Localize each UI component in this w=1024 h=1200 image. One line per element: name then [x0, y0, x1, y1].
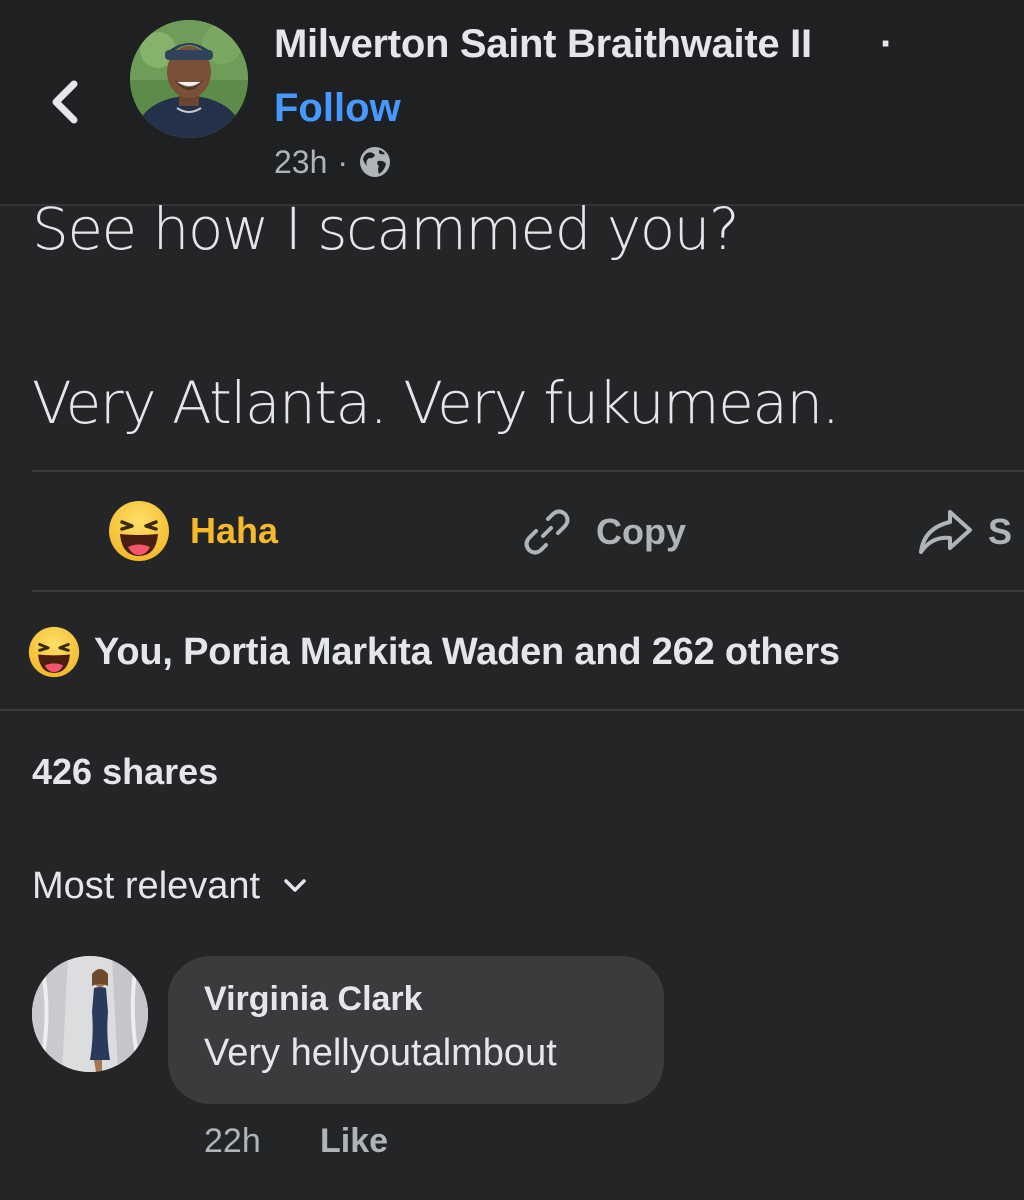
- haha-reaction-button[interactable]: Haha: [108, 500, 278, 562]
- share-arrow-icon: [919, 510, 972, 554]
- divider: [32, 470, 1024, 472]
- reactions-summary[interactable]: You, Portia Markita Waden and 262 others: [28, 626, 840, 678]
- share-label: S: [988, 511, 1013, 552]
- meta-separator: ·: [337, 143, 349, 180]
- divider: [32, 590, 1024, 592]
- globe-icon: [360, 147, 391, 177]
- comment-author[interactable]: Virginia Clark: [204, 980, 423, 1019]
- comment-text: Very hellyoutalmbout: [204, 1032, 557, 1074]
- comments-sort-dropdown[interactable]: Most relevant: [32, 862, 308, 910]
- share-button[interactable]: S: [916, 502, 1012, 562]
- divider: [0, 709, 1024, 711]
- author-avatar-image: [130, 20, 248, 138]
- post-meta: 23h ·: [274, 142, 392, 182]
- post-text-line-2: Very Atlanta. Very fukumean.: [32, 369, 840, 437]
- haha-label: Haha: [190, 510, 279, 551]
- author-avatar[interactable]: [130, 20, 248, 138]
- chevron-down-icon: [284, 879, 306, 892]
- author-name[interactable]: Milverton Saint Braithwaite II: [274, 20, 812, 68]
- copy-label: Copy: [596, 511, 686, 552]
- haha-emoji-icon: [28, 626, 80, 678]
- back-button[interactable]: [40, 72, 92, 132]
- link-icon: [524, 509, 570, 555]
- chevron-left-icon: [52, 80, 78, 124]
- post-header: Milverton Saint Braithwaite II · Follow …: [0, 0, 1024, 206]
- haha-emoji-icon: [109, 501, 169, 561]
- post-page: Milverton Saint Braithwaite II · Follow …: [0, 0, 1024, 1200]
- name-separator: ·: [880, 22, 894, 66]
- sort-label: Most relevant: [32, 864, 261, 907]
- commenter-avatar[interactable]: [32, 956, 148, 1072]
- comment-like-button[interactable]: Like: [320, 1122, 388, 1161]
- comment-bubble[interactable]: Virginia Clark Very hellyoutalmbout: [168, 956, 664, 1104]
- reactions-text: You, Portia Markita Waden and 262 others: [94, 630, 840, 673]
- post-time[interactable]: 23h: [274, 144, 327, 181]
- shares-count[interactable]: 426 shares: [32, 750, 218, 794]
- follow-button[interactable]: Follow: [274, 84, 401, 132]
- post-text-line-1: See how I scammed you?: [32, 195, 740, 263]
- copy-link-button[interactable]: Copy: [520, 502, 686, 562]
- commenter-avatar-image: [32, 956, 148, 1072]
- comment-time[interactable]: 22h: [204, 1122, 261, 1161]
